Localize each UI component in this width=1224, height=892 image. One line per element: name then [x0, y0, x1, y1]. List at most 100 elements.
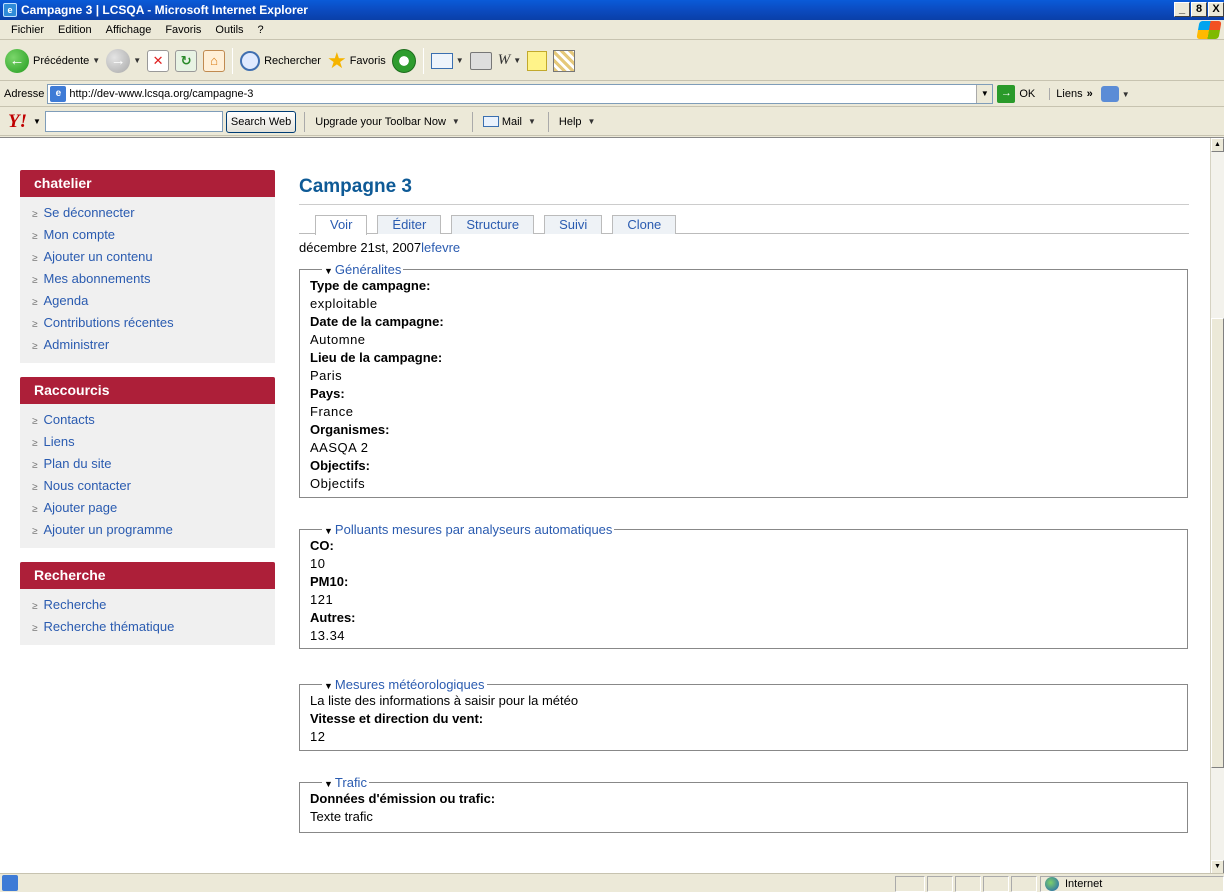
main-content: Campagne 3 Voir Éditer Structure Suivi C… — [299, 176, 1189, 833]
upgrade-toolbar-button[interactable]: Upgrade your Toolbar Now ▼ — [311, 116, 464, 128]
links-app-icon[interactable] — [1100, 86, 1119, 102]
refresh-button[interactable]: ↻ — [172, 45, 200, 77]
sidebar-item-add-content[interactable]: ≥ Ajouter un contenu — [20, 247, 275, 269]
sidebar-item-thematic-search[interactable]: ≥ Recherche thématique — [20, 617, 275, 639]
yahoo-search-input[interactable] — [44, 111, 223, 132]
notes-button[interactable] — [524, 45, 550, 77]
stop-button[interactable]: ✕ — [144, 45, 172, 77]
yahoo-logo-icon[interactable]: Y! — [8, 111, 27, 133]
fieldset-meteo-toggle[interactable]: ▼ Mesures météorologiques — [322, 677, 487, 692]
page-viewport: chatelier ≥ Se déconnecter ≥ Mon compte ≥ A… — [0, 137, 1224, 873]
collapse-triangle-icon: ▼ — [324, 681, 333, 691]
history-icon — [391, 48, 416, 73]
envelope-icon — [482, 116, 499, 127]
title-divider — [299, 204, 1189, 205]
search-web-button[interactable]: Search Web — [225, 110, 297, 133]
forward-dropdown-icon[interactable]: ▼ — [133, 56, 141, 65]
sidebar-item-account[interactable]: ≥ Mon compte — [20, 225, 275, 247]
field-label: CO: — [310, 538, 334, 553]
forward-button[interactable]: → ▼ — [103, 45, 144, 77]
help-dropdown-icon: ▼ — [587, 117, 596, 126]
home-button[interactable]: ⌂ — [200, 45, 228, 77]
zone-label: Internet — [1065, 878, 1103, 890]
fieldset-generalites-toggle[interactable]: ▼ Généralites — [322, 262, 403, 277]
go-button[interactable]: → OK — [997, 85, 1035, 103]
go-arrow-icon: → — [997, 85, 1016, 103]
tab-voir[interactable]: Voir — [315, 215, 368, 235]
yahoo-separator — [304, 111, 306, 132]
address-input[interactable]: e http://dev-www.lcsqa.org/campagne-3 ▼ — [47, 84, 994, 104]
minimize-button[interactable]: _ — [1174, 2, 1190, 17]
window-title-bar[interactable]: e Campagne 3 | LCSQA - Microsoft Interne… — [0, 0, 1224, 20]
sidebar-item-agenda[interactable]: ≥ Agenda — [20, 291, 275, 313]
back-button[interactable]: ← Précédente ▼ — [2, 45, 103, 77]
scroll-thumb[interactable] — [1211, 318, 1224, 768]
field-value: 13.34 — [310, 628, 346, 643]
address-url[interactable]: http://dev-www.lcsqa.org/campagne-3 — [69, 88, 976, 100]
maximize-button[interactable]: 8 — [1191, 2, 1207, 17]
menu-fichier[interactable]: Fichier — [4, 24, 51, 36]
yahoo-dropdown-icon[interactable]: ▼ — [33, 117, 41, 126]
sidebar-item-links[interactable]: ≥ Liens — [20, 432, 275, 454]
yahoo-help-button[interactable]: Help ▼ — [555, 116, 600, 128]
history-button[interactable] — [389, 45, 419, 77]
author-link[interactable]: lefevre — [421, 240, 460, 255]
upgrade-dropdown-icon: ▼ — [451, 117, 460, 126]
yahoo-mail-button[interactable]: Mail ▼ — [479, 116, 540, 128]
ie-app-icon[interactable]: e — [3, 3, 17, 17]
status-panel — [895, 876, 925, 892]
tab-clone[interactable]: Clone — [612, 215, 677, 234]
sidebar-item-search[interactable]: ≥ Recherche — [20, 595, 275, 617]
tab-suivi[interactable]: Suivi — [544, 215, 603, 234]
field-label: Pays: — [310, 386, 345, 401]
fieldset-trafic-toggle[interactable]: ▼ Trafic — [322, 775, 369, 790]
yahoo-separator — [471, 111, 473, 132]
fieldset-trafic: ▼ Trafic Données d'émission ou trafic: Te… — [299, 775, 1188, 833]
security-zone[interactable]: Internet — [1040, 876, 1224, 892]
sidebar-item-add-page[interactable]: ≥ Ajouter page — [20, 498, 275, 520]
menu-edition[interactable]: Edition — [51, 24, 99, 36]
menu-favoris[interactable]: Favoris — [158, 24, 208, 36]
field-value: France — [310, 404, 354, 419]
menu-outils[interactable]: Outils — [208, 24, 250, 36]
links-toolbar[interactable]: Liens » — [1049, 88, 1093, 100]
address-dropdown-icon[interactable]: ▼ — [976, 85, 993, 103]
scroll-down-arrow-icon[interactable]: ▼ — [1211, 860, 1224, 873]
tab-structure[interactable]: Structure — [451, 215, 535, 234]
close-button[interactable]: X — [1208, 2, 1224, 17]
vertical-scrollbar[interactable]: ▲ ▼ — [1210, 138, 1224, 873]
field-label: Données d'émission ou trafic: — [310, 791, 496, 806]
sidebar-item-logout[interactable]: ≥ Se déconnecter — [20, 203, 275, 225]
user-block-title: chatelier — [20, 170, 275, 197]
back-dropdown-icon[interactable]: ▼ — [92, 56, 100, 65]
mail-button[interactable]: ▼ — [428, 45, 467, 77]
menu-help[interactable]: ? — [251, 24, 271, 36]
sidebar-item-subscriptions[interactable]: ≥ Mes abonnements — [20, 269, 275, 291]
sidebar: chatelier ≥ Se déconnecter ≥ Mon compte ≥ A… — [20, 170, 275, 659]
sidebar-item-contacts[interactable]: ≥ Contacts — [20, 410, 275, 432]
scroll-up-arrow-icon[interactable]: ▲ — [1211, 138, 1224, 152]
edit-button[interactable]: W ▼ — [495, 45, 524, 77]
favorites-star-icon: ★ — [326, 47, 347, 73]
meteo-intro: La liste des informations à saisir pour … — [310, 693, 579, 708]
fieldset-generalites: ▼ Généralites Type de campagne: exploitab… — [299, 262, 1188, 498]
bullet-arrow-icon: ≥ — [32, 319, 38, 330]
favorites-button[interactable]: ★ Favoris — [324, 45, 389, 77]
tab-editer[interactable]: Éditer — [377, 215, 442, 234]
field-label: Lieu de la campagne: — [310, 350, 443, 365]
messenger-button[interactable] — [550, 45, 578, 77]
sidebar-item-add-program[interactable]: ≥ Ajouter un programme — [20, 520, 275, 542]
fieldset-polluants-toggle[interactable]: ▼ Polluants mesures par analyseurs automa… — [322, 522, 614, 537]
submission-info: décembre 21st, 2007lefevre — [299, 240, 1189, 260]
sidebar-item-recent-contributions[interactable]: ≥ Contributions récentes — [20, 313, 275, 335]
edit-dropdown-icon[interactable]: ▼ — [513, 56, 521, 65]
links-dropdown-icon[interactable]: ▼ — [1122, 90, 1130, 99]
sidebar-item-contact-us[interactable]: ≥ Nous contacter — [20, 476, 275, 498]
mail-dropdown-icon[interactable]: ▼ — [456, 56, 464, 65]
search-button[interactable]: Rechercher — [237, 45, 324, 77]
print-button[interactable] — [467, 45, 495, 77]
links-chevron-icon[interactable]: » — [1087, 88, 1093, 100]
sidebar-item-sitemap[interactable]: ≥ Plan du site — [20, 454, 275, 476]
menu-affichage[interactable]: Affichage — [99, 24, 159, 36]
sidebar-item-administer[interactable]: ≥ Administrer — [20, 335, 275, 357]
